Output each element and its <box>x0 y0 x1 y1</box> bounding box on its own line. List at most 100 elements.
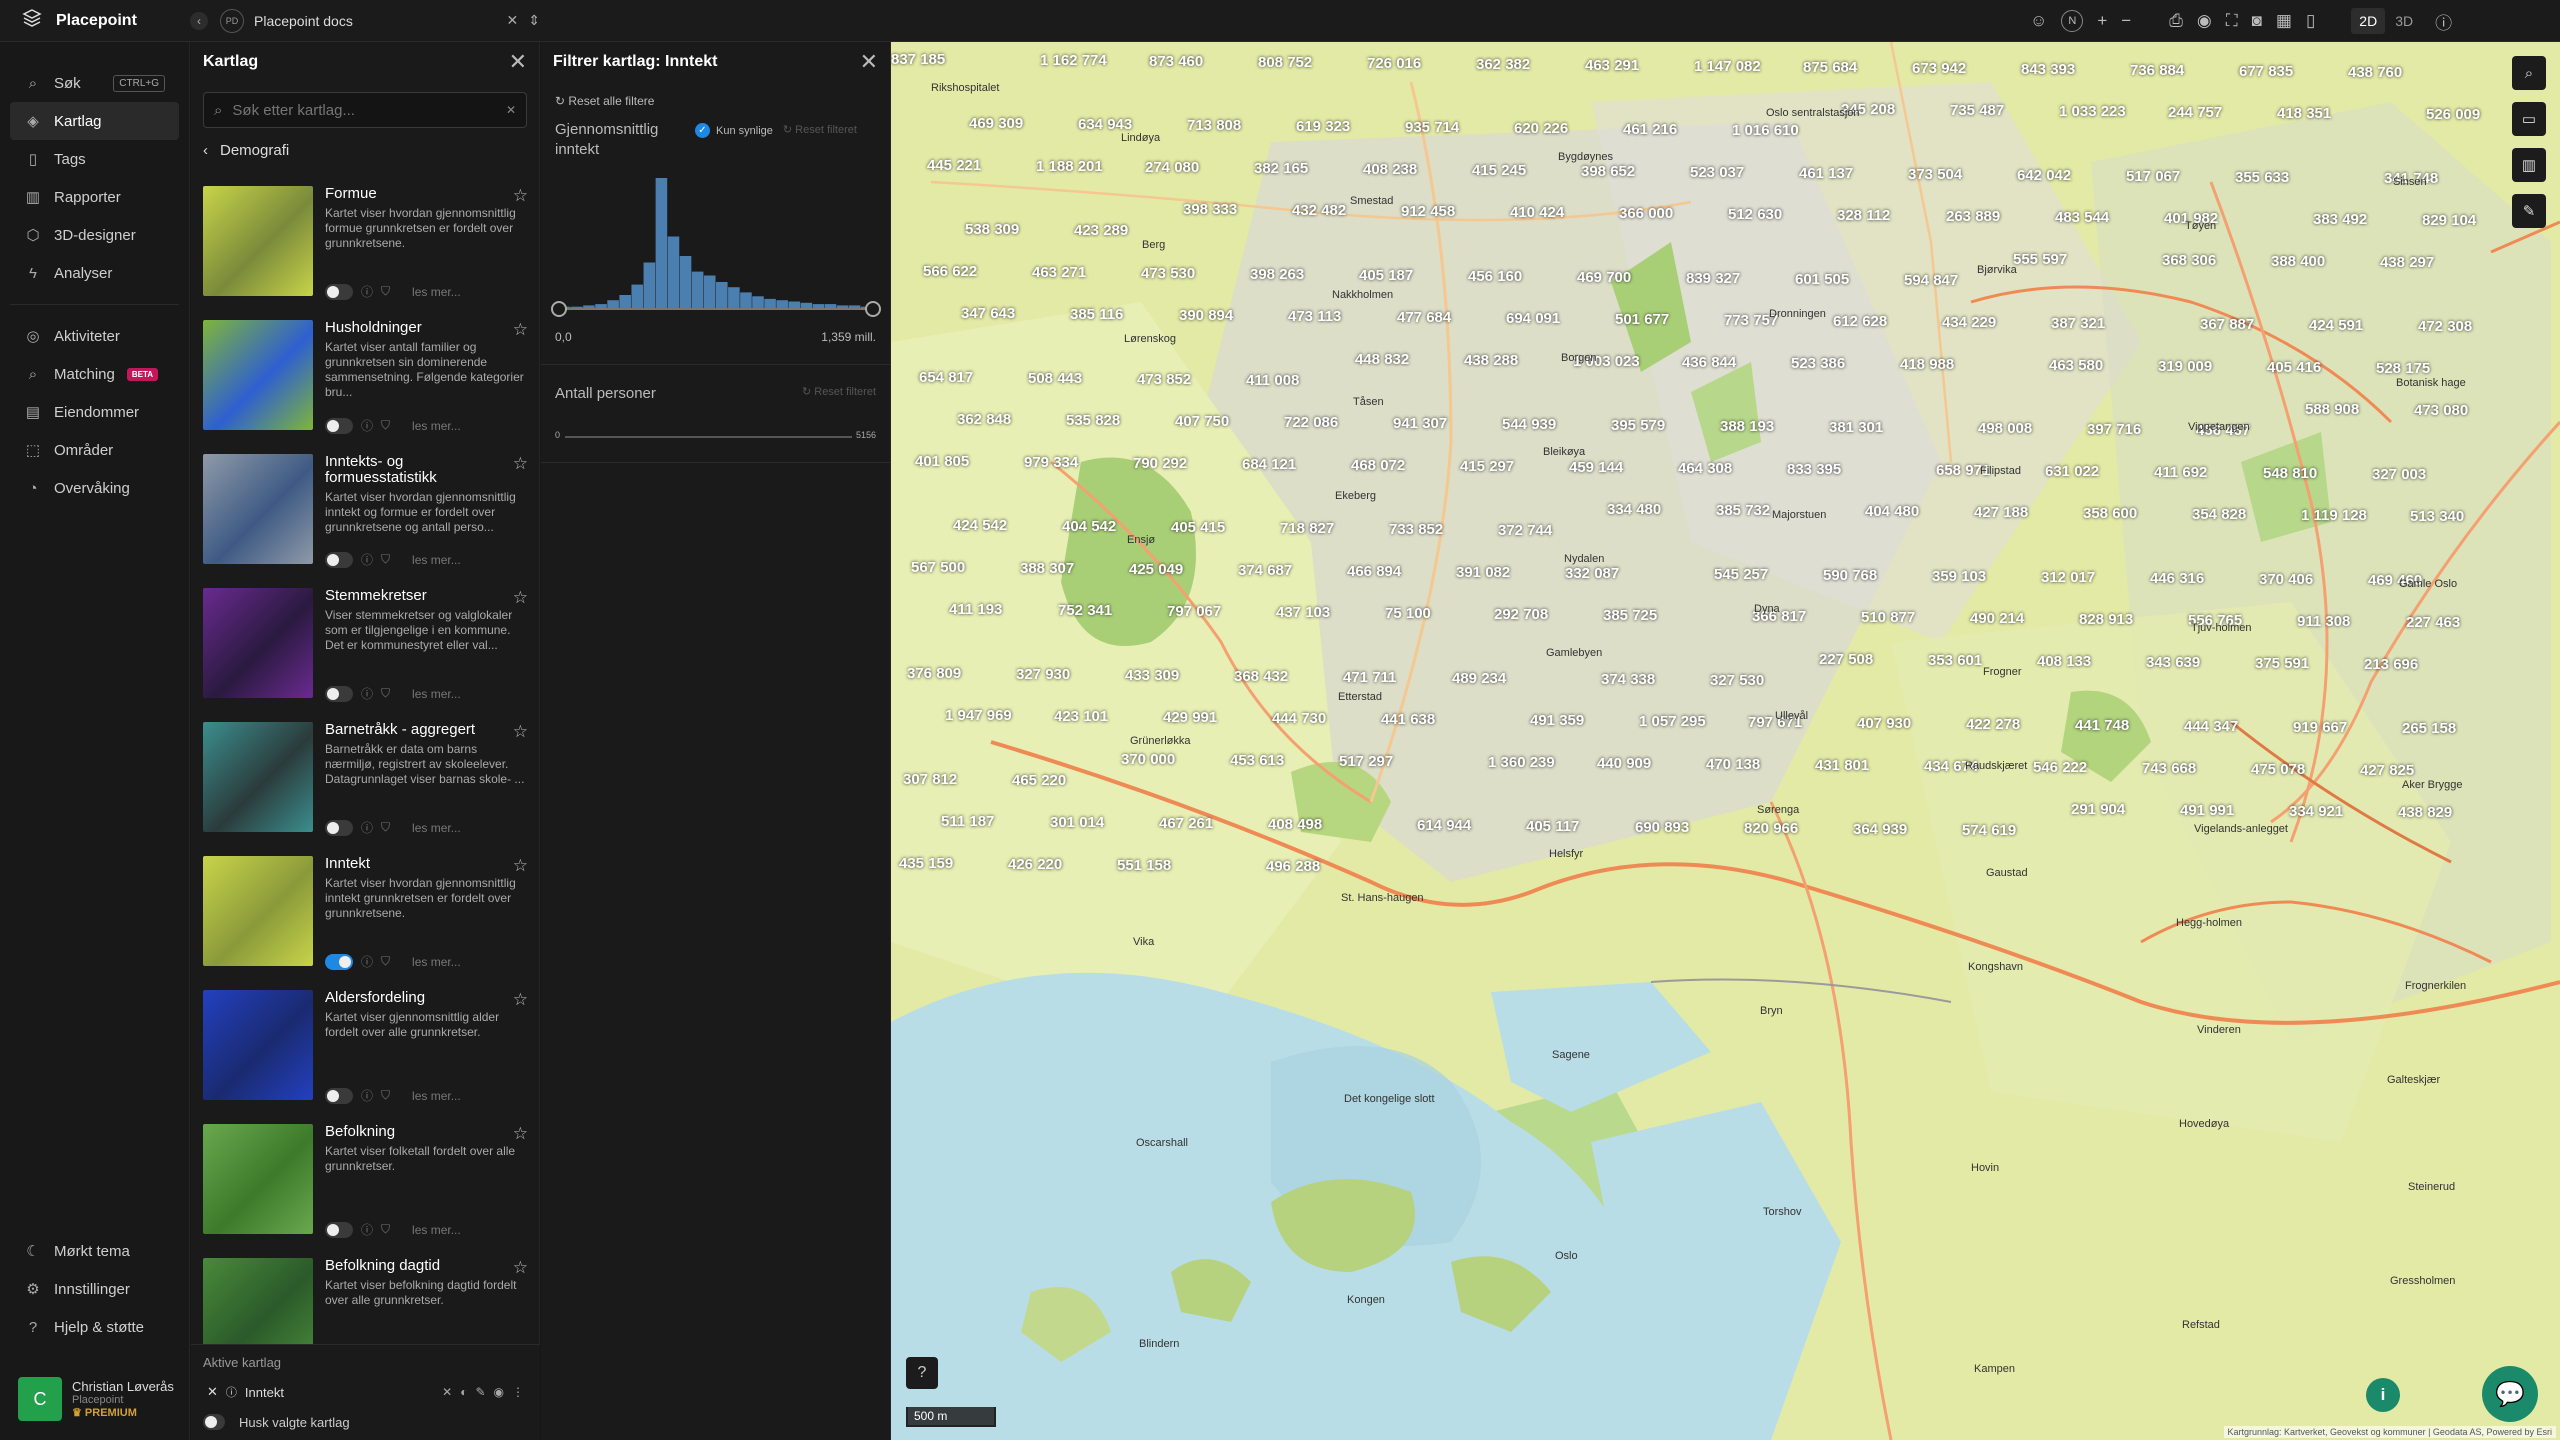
close-icon[interactable]: ✕ <box>507 12 519 29</box>
read-more-link[interactable]: les mer... <box>412 1089 461 1103</box>
layer-item[interactable]: Barnetråkk - aggregert Barnetråkk er data… <box>191 722 540 848</box>
filter-icon[interactable]: ⛉ <box>381 284 390 299</box>
close-icon[interactable]: ✕ <box>860 49 878 75</box>
zoom-out-icon[interactable]: − <box>2121 11 2131 31</box>
user-profile[interactable]: C Christian Løverås Placepoint ♛ PREMIUM <box>10 1372 182 1426</box>
info-icon[interactable]: ⓘ <box>2435 9 2452 34</box>
filter-icon[interactable]: ⛉ <box>381 1222 390 1237</box>
basemap-grid-icon[interactable]: ▦ <box>2276 11 2292 31</box>
star-icon[interactable]: ☆ <box>513 722 528 742</box>
incognito-icon[interactable]: ☺ <box>2030 11 2047 31</box>
compass-north-button[interactable]: N <box>2061 10 2084 32</box>
read-more-link[interactable]: les mer... <box>412 285 461 299</box>
bookmark-icon[interactable]: ▯ <box>2306 11 2315 31</box>
read-more-link[interactable]: les mer... <box>412 1223 461 1237</box>
info-icon[interactable]: ⓘ <box>361 685 373 702</box>
active-layer-row[interactable]: ✕ ⓘ Inntekt ✕ ◐ ✎ ◉ ⋮ <box>191 1380 540 1404</box>
nav-kartlag[interactable]: ◈ Kartlag <box>10 102 179 140</box>
breadcrumb[interactable]: ‹ Demografi <box>203 142 527 159</box>
eye-icon[interactable]: ◉ <box>494 1385 504 1399</box>
reset-all-button[interactable]: ↻ Reset alle filtere <box>541 82 890 120</box>
layer-item[interactable]: Formue Kartet viser hvordan gjennomsnittl… <box>191 186 540 312</box>
persons-slider[interactable]: 0 5156 <box>555 430 876 442</box>
layer-toggle[interactable] <box>325 685 353 702</box>
layer-item[interactable]: Inntekt Kartet viser hvordan gjennomsnitt… <box>191 856 540 982</box>
print-icon[interactable]: ⎙ <box>2169 11 2183 31</box>
layer-toggle[interactable] <box>325 283 353 300</box>
info-icon[interactable]: ⓘ <box>361 1087 373 1104</box>
chat-button[interactable]: 💬 <box>2482 1366 2538 1422</box>
filter-icon[interactable]: ⛉ <box>381 954 390 969</box>
nav-omrader[interactable]: ⬚ Områder <box>10 431 179 469</box>
info-icon[interactable]: ⓘ <box>361 1221 373 1238</box>
persons-reset-button[interactable]: ↻ Reset filteret <box>802 385 876 402</box>
nav-overvaking[interactable]: ◔ Overvåking <box>10 469 179 507</box>
zoom-in-icon[interactable]: + <box>2097 11 2107 31</box>
layer-thumbnail[interactable] <box>203 454 313 564</box>
star-icon[interactable]: ☆ <box>513 320 528 340</box>
info-icon[interactable]: ⓘ <box>361 819 373 836</box>
remember-layers[interactable]: Husk valgte kartlag <box>191 1404 540 1440</box>
style-icon[interactable]: ◐ <box>460 1385 467 1399</box>
map-help-button[interactable]: ? <box>906 1357 938 1389</box>
close-icon[interactable]: ✕ <box>207 1384 218 1400</box>
income-reset-button[interactable]: ↻ Reset filteret <box>783 123 857 136</box>
info-button[interactable]: i <box>2366 1378 2400 1412</box>
nav-tags[interactable]: ▯ Tags <box>10 140 179 178</box>
layer-toggle[interactable] <box>325 551 353 568</box>
collapse-sidebar-button[interactable]: ‹ <box>190 11 208 30</box>
filter-icon[interactable]: ⛉ <box>381 418 390 433</box>
read-more-link[interactable]: les mer... <box>412 955 461 969</box>
brand[interactable]: Placepoint <box>0 8 190 33</box>
range-handle-max[interactable] <box>865 301 881 317</box>
layer-item[interactable]: Stemmekretser Viser stemmekretser og valg… <box>191 588 540 714</box>
nav-rapporter[interactable]: ▥ Rapporter <box>10 178 179 216</box>
star-icon[interactable]: ☆ <box>513 454 528 474</box>
nav-matching[interactable]: ⌕ Matching BETA <box>10 355 179 393</box>
mode-3d-button[interactable]: 3D <box>2387 8 2421 34</box>
info-icon[interactable]: ⓘ <box>361 417 373 434</box>
info-icon[interactable]: ⓘ <box>361 551 373 568</box>
filter-icon[interactable]: ⛉ <box>381 552 390 567</box>
nav-analyser[interactable]: ϟ Analyser <box>10 254 179 292</box>
star-icon[interactable]: ☆ <box>513 856 528 876</box>
range-handle-min[interactable] <box>551 301 567 317</box>
layer-thumbnail[interactable] <box>203 990 313 1100</box>
layer-toggle[interactable] <box>325 953 353 970</box>
star-icon[interactable]: ☆ <box>513 1124 528 1144</box>
filter-icon[interactable]: ⛉ <box>381 686 390 701</box>
nav-settings[interactable]: ⚙ Innstillinger <box>10 1270 180 1308</box>
layer-toggle[interactable] <box>325 1087 353 1104</box>
layer-item[interactable]: Aldersfordeling Kartet viser gjennomsnitt… <box>191 990 540 1116</box>
draw-icon[interactable]: ✎ <box>2512 194 2546 228</box>
star-icon[interactable]: ☆ <box>513 990 528 1010</box>
layer-thumbnail[interactable] <box>203 856 313 966</box>
measure-icon[interactable]: ▭ <box>2512 102 2546 136</box>
filter-icon[interactable]: ⛉ <box>381 820 390 835</box>
layer-toggle[interactable] <box>325 819 353 836</box>
nav-search[interactable]: ⌕ Søk CTRL+G <box>10 64 179 102</box>
layer-item[interactable]: Befolkning Kartet viser folketall fordelt… <box>191 1124 540 1250</box>
layer-thumbnail[interactable] <box>203 320 313 430</box>
eye-icon[interactable]: ◉ <box>2197 11 2212 31</box>
star-icon[interactable]: ☆ <box>513 1258 528 1278</box>
star-icon[interactable]: ☆ <box>513 588 528 608</box>
nav-dark-theme[interactable]: ☾ Mørkt tema <box>10 1232 180 1270</box>
layer-thumbnail[interactable] <box>203 588 313 698</box>
income-histogram[interactable] <box>551 168 881 328</box>
layers-search-icon[interactable]: ⌕ <box>2512 56 2546 90</box>
nav-3d-designer[interactable]: ⬡ 3D-designer <box>10 216 179 254</box>
layer-thumbnail[interactable] <box>203 186 313 296</box>
map-view[interactable]: 837 185 1 162 774 873 460 808 752 726 016 362… <box>891 42 2560 1440</box>
nav-aktiviteter[interactable]: ◎ Aktiviteter <box>10 317 179 355</box>
read-more-link[interactable]: les mer... <box>412 553 461 567</box>
mode-2d-button[interactable]: 2D <box>2351 8 2386 34</box>
filter-icon[interactable]: ⛉ <box>381 1088 390 1103</box>
layer-thumbnail[interactable] <box>203 722 313 832</box>
close-icon[interactable]: ✕ <box>509 49 527 75</box>
layer-item[interactable]: Husholdninger Kartet viser antall familie… <box>191 320 540 446</box>
info-icon[interactable]: ⓘ <box>361 283 373 300</box>
layer-thumbnail[interactable] <box>203 1124 313 1234</box>
read-more-link[interactable]: les mer... <box>412 687 461 701</box>
filter-clear-icon[interactable]: ✕ <box>442 1385 452 1399</box>
